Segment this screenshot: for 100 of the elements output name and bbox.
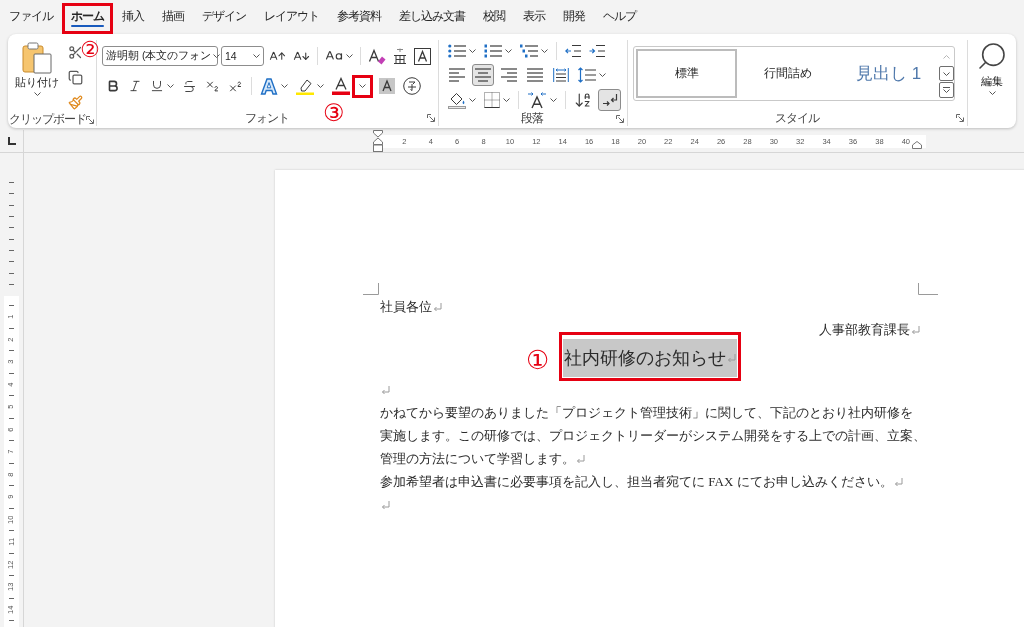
dialog-launcher-button[interactable] (427, 114, 435, 122)
borders-button[interactable] (482, 90, 512, 110)
document-title: 社内研修のお知らせ (564, 347, 726, 370)
corner-mark-icon (363, 283, 379, 295)
search-icon (976, 40, 1008, 72)
callout-number: ① (526, 347, 550, 373)
group-label: クリップボード (9, 112, 86, 127)
menu-tab[interactable]: 描画 (156, 6, 190, 31)
dialog-launcher-button[interactable] (616, 114, 624, 123)
ruler-tick (9, 440, 14, 442)
corner-mark-icon (918, 283, 938, 295)
italic-icon (128, 79, 142, 93)
ruler-tick (9, 485, 14, 487)
callout-number: ③ (323, 100, 345, 125)
phonetic-guide-button[interactable] (391, 46, 409, 66)
menu-tab[interactable]: 校閲 (477, 6, 511, 31)
scroll-down-button[interactable] (939, 65, 954, 82)
caret-icon (213, 54, 221, 58)
paragraph-mark-icon (911, 326, 920, 335)
ruler-tick (9, 350, 14, 352)
enclose-characters-button[interactable] (412, 46, 433, 66)
editing-button[interactable]: 編集 (976, 40, 1008, 95)
scissors-icon (68, 44, 83, 60)
paragraph-mark-icon (727, 353, 736, 363)
caret-icon (599, 73, 606, 77)
menu-tab[interactable]: レイアウト (258, 6, 325, 31)
menu-tab[interactable]: デザイン (196, 6, 252, 31)
menu-tab[interactable]: 差し込み文書 (393, 6, 471, 31)
paragraph-mark-icon (381, 386, 390, 395)
callout-number: ② (80, 39, 100, 61)
menu-tab[interactable]: ヘルプ (597, 6, 642, 31)
ruler-tick (9, 272, 14, 274)
dialog-launcher-button[interactable] (956, 114, 964, 122)
document-text: 人事部教育課長 (819, 322, 910, 337)
indent-decrease-icon (565, 44, 581, 58)
ruler-tick (9, 620, 14, 622)
ruler-tick (9, 418, 14, 419)
return-arrow-icon (601, 93, 618, 107)
ruler-tick (9, 238, 14, 240)
caret-icon (541, 49, 548, 53)
dialog-launcher-button[interactable] (86, 115, 94, 124)
document-text: 参加希望者は申込書に必要事項を記入し、担当者宛てに FAX にてお申し込みください。 (380, 474, 893, 489)
chevron-up-icon (943, 54, 950, 59)
font-name-combo[interactable]: 游明朝 (本文のフォン (102, 46, 218, 66)
underline-icon (150, 79, 164, 93)
bold-icon (106, 79, 120, 93)
style-option[interactable]: 標準 (636, 49, 737, 98)
copy-icon (68, 69, 83, 85)
menu-tab[interactable]: ファイル (3, 6, 59, 31)
menu-tab[interactable]: 表示 (517, 6, 551, 31)
indent-marker-icon[interactable] (912, 141, 922, 149)
dialog-launcher-icon (616, 114, 624, 123)
enclosed-character-button[interactable] (401, 76, 423, 96)
paint-bucket-icon (448, 91, 466, 109)
font-size-combo[interactable]: 14 (221, 46, 264, 66)
show-marks-button[interactable] (598, 89, 621, 111)
shaded-letter-icon (379, 78, 395, 94)
ruler-tick (9, 508, 14, 509)
paste-button[interactable]: 貼り付け (14, 42, 60, 96)
caret-icon (943, 71, 950, 76)
caret-icon (33, 92, 41, 96)
tab-selector-icon[interactable] (7, 137, 16, 145)
document-text: 管理の方法について学習します。 (380, 451, 575, 466)
ruler-tick (9, 328, 14, 329)
character-shading-button[interactable] (377, 76, 397, 96)
ruler-tick (9, 598, 14, 599)
paragraph-mark-icon (433, 303, 442, 312)
shading-button[interactable] (446, 90, 478, 110)
multilevel-list-icon (520, 44, 538, 58)
menu-tab[interactable]: ホーム (65, 6, 110, 31)
document-text: 社員各位 (380, 299, 432, 314)
highlighter-icon (296, 77, 314, 95)
bullet-list-icon (448, 44, 466, 58)
ruler-tick (9, 249, 14, 251)
group-label: 段落 (521, 111, 543, 126)
paintbrush-icon (68, 94, 83, 110)
menu-tab[interactable]: 参考資料 (331, 6, 387, 31)
more-styles-button[interactable] (939, 82, 954, 98)
ruler-tick (9, 216, 14, 218)
indent-marker-icon[interactable] (373, 130, 383, 152)
line-spacing-icon (578, 67, 596, 83)
borders-icon (484, 92, 500, 108)
ruler-tick (9, 283, 14, 285)
boxed-letter-icon (414, 47, 431, 65)
ruler-tick (9, 530, 14, 532)
ruler-tick (9, 193, 14, 195)
menu-tab[interactable]: 開発 (557, 6, 591, 31)
paragraph-mark-icon (576, 455, 585, 464)
line-spacing-button[interactable] (576, 65, 608, 85)
menu-tab[interactable]: 挿入 (116, 6, 150, 31)
ruler-tick (9, 463, 14, 464)
letter-underline-icon (332, 77, 350, 95)
align-left-icon (449, 68, 465, 82)
asian-layout-button[interactable] (525, 90, 559, 110)
text-effects-button[interactable] (258, 76, 290, 96)
ruler-tick (9, 227, 14, 229)
font-color-button[interactable] (330, 76, 352, 96)
caret-icon (253, 54, 260, 58)
numbered-list-icon (484, 44, 502, 58)
caret-icon (359, 84, 366, 88)
